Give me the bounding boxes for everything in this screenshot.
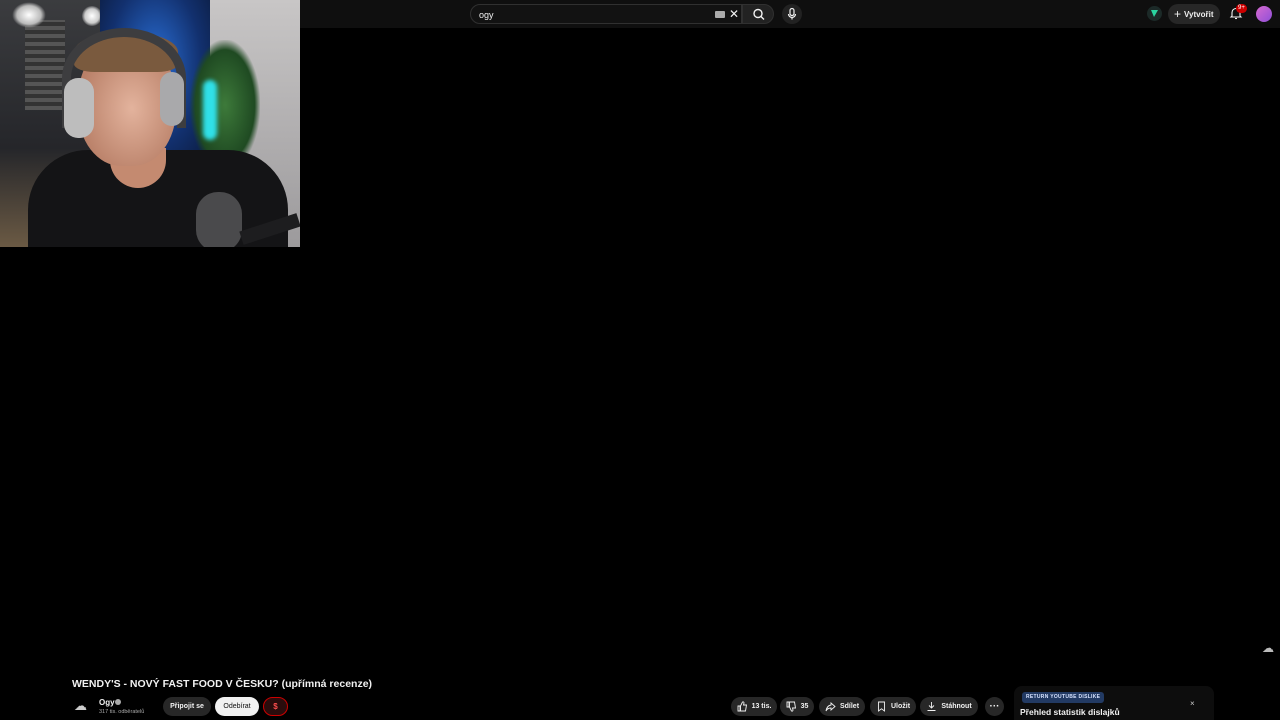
share-icon: [825, 702, 836, 712]
join-button[interactable]: Připojit se: [163, 697, 211, 716]
dollar-icon: $: [273, 702, 278, 711]
webcam-lamp: [12, 2, 46, 28]
channel-name[interactable]: Ogy: [99, 698, 115, 707]
webcam-blinds: [25, 20, 65, 110]
bookmark-icon: [878, 701, 885, 712]
thanks-button[interactable]: $: [263, 697, 288, 716]
dislike-stats-panel: RETURN YOUTUBE DISLIKE Přehled statistik…: [1014, 686, 1214, 720]
more-actions-button[interactable]: ···: [985, 697, 1004, 716]
dislike-button[interactable]: 35: [780, 697, 814, 716]
search-input[interactable]: [479, 7, 709, 22]
webcam-microphone: [196, 192, 242, 247]
thumbs-down-icon: [786, 701, 796, 712]
headphones-earcup: [64, 78, 94, 138]
keyboard-icon[interactable]: [715, 11, 725, 18]
notification-badge: 9+: [1236, 4, 1247, 13]
channel-watermark-icon: ☁: [1262, 641, 1274, 655]
search-icon: [753, 8, 765, 20]
save-button[interactable]: Uložit: [870, 697, 916, 716]
plus-icon: +: [1174, 7, 1182, 21]
panel-title[interactable]: Přehled statistik dislajků: [1020, 707, 1120, 717]
webcam-overlay: [0, 0, 300, 247]
join-label: Připojit se: [170, 703, 204, 710]
create-button[interactable]: + Vytvořit: [1168, 4, 1220, 24]
download-icon: [927, 702, 936, 711]
share-button[interactable]: Sdílet: [819, 697, 865, 716]
subscribe-label: Odebírat: [223, 703, 251, 710]
share-label: Sdílet: [839, 703, 860, 710]
close-icon[interactable]: ✕: [729, 7, 739, 21]
channel-logo-icon[interactable]: ☁: [74, 698, 92, 714]
verified-icon: [115, 699, 121, 705]
search-box[interactable]: ✕: [470, 4, 742, 24]
extension-icon[interactable]: [1147, 6, 1162, 21]
more-icon: ···: [989, 701, 1000, 712]
like-button[interactable]: 13 tis.: [731, 697, 777, 716]
extension-badge: RETURN YOUTUBE DISLIKE: [1022, 692, 1105, 703]
video-title: WENDY'S - NOVÝ FAST FOOD V ČESKU? (upřím…: [72, 678, 373, 690]
subscribe-button[interactable]: Odebírat: [215, 697, 259, 716]
webcam-lamp: [82, 6, 102, 26]
microphone-icon: [787, 7, 797, 20]
close-icon[interactable]: ×: [1190, 699, 1195, 708]
thumbs-up-icon: [737, 701, 747, 712]
download-label: Stáhnout: [941, 703, 972, 710]
webcam-teal-light: [203, 80, 217, 140]
like-count: 13 tis.: [751, 703, 772, 710]
download-button[interactable]: Stáhnout: [920, 697, 978, 716]
headphones-earcup: [160, 72, 184, 126]
search-button[interactable]: [742, 4, 774, 24]
subscriber-count: 317 tis. odběratelů: [99, 709, 145, 715]
video-player[interactable]: [300, 28, 1280, 668]
voice-search-button[interactable]: [782, 4, 802, 24]
create-label: Vytvořit: [1184, 9, 1214, 19]
avatar[interactable]: [1256, 6, 1272, 22]
dislike-count: 35: [800, 703, 809, 710]
save-label: Uložit: [890, 703, 911, 710]
